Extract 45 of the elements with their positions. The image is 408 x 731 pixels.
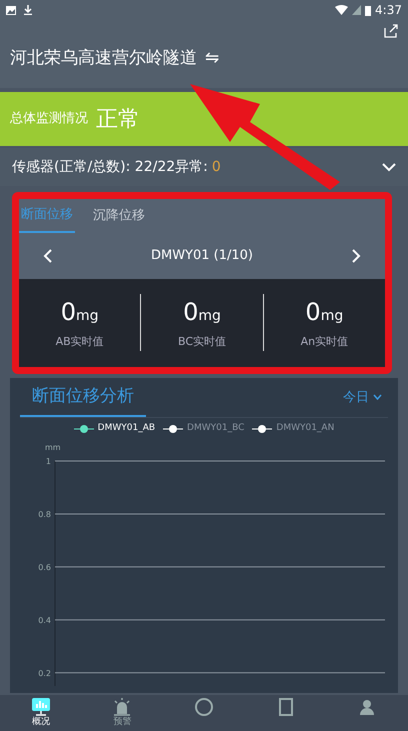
monitor-label: 总体监测情况 [10, 110, 88, 128]
caret-icon [373, 394, 382, 400]
abnormal-count: 0 [212, 158, 221, 176]
range-dropdown[interactable]: 今日 [337, 386, 388, 408]
reading-unit: mg [76, 308, 99, 324]
wifi-icon [335, 5, 348, 15]
sensor-count: 传感器(正常/总数): 22/22异常: [12, 158, 208, 176]
tunnel-title: 河北荣乌高速营尔岭隧道 [10, 47, 197, 70]
reading-value: 0 [305, 298, 321, 326]
reading-label: BC实时值 [176, 334, 228, 350]
battery-icon [365, 4, 372, 16]
share-icon[interactable] [384, 24, 398, 38]
legend-label: DMWY01_AB [98, 422, 156, 435]
analysis-title: 断面位移分析 [20, 378, 146, 417]
swap-icon[interactable]: ⇋ [205, 46, 220, 72]
previous-icon[interactable] [43, 248, 52, 262]
download-icon [24, 5, 32, 15]
tick-label: 0.4 [38, 615, 51, 624]
legend-label: DMWY01_BC [187, 422, 244, 435]
reading-value: 0 [183, 298, 198, 326]
status-time: 4:37 [375, 2, 402, 19]
reading-label: An实时值 [300, 334, 350, 350]
chevron-icon[interactable] [382, 162, 396, 172]
tab[interactable]: 沉降位移 [91, 199, 147, 232]
reading-unit: mg [320, 308, 344, 324]
tick-label: 1 [46, 456, 51, 466]
alarm-icon [112, 697, 132, 716]
reading-value: 0 [60, 298, 76, 326]
tick-label: 0.6 [38, 562, 51, 572]
tick-label: 0.8 [38, 509, 51, 518]
legend-label: DMWY01_AN [276, 422, 334, 435]
nav-tab[interactable]: 概况 [0, 695, 82, 731]
chart-icon [30, 697, 51, 716]
next-icon[interactable] [352, 248, 361, 262]
device-name: DMWY01 (1/10) [150, 246, 254, 265]
tab[interactable]: 断面位移 [19, 199, 75, 232]
image-icon [6, 6, 16, 14]
tick-label: 0.2 [38, 668, 51, 678]
signal-icon [352, 5, 362, 15]
reading-unit: mg [198, 308, 221, 324]
reading-label: AB实时值 [54, 334, 105, 350]
axis-unit: mm [45, 442, 61, 452]
circle-icon [194, 697, 214, 716]
nav-tab[interactable]: 预警 [82, 695, 164, 731]
status-value: 正常 [96, 106, 140, 134]
